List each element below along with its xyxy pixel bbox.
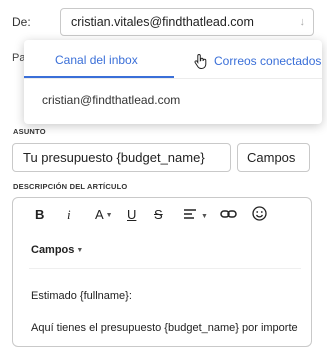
tab-connected-emails[interactable]: Correos conectados xyxy=(194,53,321,69)
divider xyxy=(29,268,301,269)
underline-button[interactable]: U xyxy=(127,207,136,222)
emoji-icon xyxy=(252,206,267,221)
bold-button[interactable]: B xyxy=(35,207,44,222)
dropdown-tabs: Canal del inbox Correos conectados xyxy=(24,40,322,79)
editor-fields-label: Campos xyxy=(31,244,75,256)
subject-input[interactable]: Tu presupuesto {budget_name} xyxy=(12,143,231,172)
chevron-down-icon: ↓ xyxy=(299,16,306,28)
font-color-button[interactable]: A ▼ xyxy=(95,207,113,222)
tab-inbox-channel[interactable]: Canal del inbox xyxy=(55,53,138,67)
align-button[interactable]: ▼ xyxy=(183,208,208,223)
editor-fields-dropdown[interactable]: Campos ▼ xyxy=(31,244,83,256)
sender-dropdown: Canal del inbox Correos conectados crist… xyxy=(24,40,322,124)
subject-label: ASUNTO xyxy=(13,127,46,136)
description-editor[interactable]: B i A ▼ U S ▼ Campos ▼ Estimado {fullname} xyxy=(12,197,312,347)
caret-down-icon: ▼ xyxy=(105,212,113,220)
tab-connected-emails-label: Correos conectados xyxy=(214,54,322,68)
subject-fields-button[interactable]: Campos xyxy=(237,143,310,172)
emoji-button[interactable] xyxy=(252,206,267,224)
caret-down-icon: ▼ xyxy=(201,213,208,221)
link-button[interactable] xyxy=(220,208,237,223)
account-option[interactable]: cristian@findthatlead.com xyxy=(42,93,180,107)
align-icon xyxy=(184,209,196,219)
link-icon xyxy=(220,210,237,218)
body-line: Estimado {fullname}: xyxy=(31,290,132,302)
italic-button[interactable]: i xyxy=(67,207,71,223)
font-color-label: A xyxy=(95,207,104,222)
from-value: cristian.vitales@findthatlead.com xyxy=(71,15,254,29)
from-label: De: xyxy=(12,15,31,29)
hand-cursor-icon xyxy=(194,53,207,69)
body-line: Aquí tienes el presupuesto {budget_name}… xyxy=(31,322,298,334)
from-select[interactable]: cristian.vitales@findthatlead.com ↓ xyxy=(60,8,314,36)
strikethrough-button[interactable]: S xyxy=(154,207,163,222)
caret-down-icon: ▼ xyxy=(76,246,84,254)
description-label: DESCRIPCIÓN DEL ARTÍCULO xyxy=(13,182,128,191)
active-tab-indicator xyxy=(24,76,174,78)
editor-toolbar: B i A ▼ U S ▼ xyxy=(13,198,311,234)
